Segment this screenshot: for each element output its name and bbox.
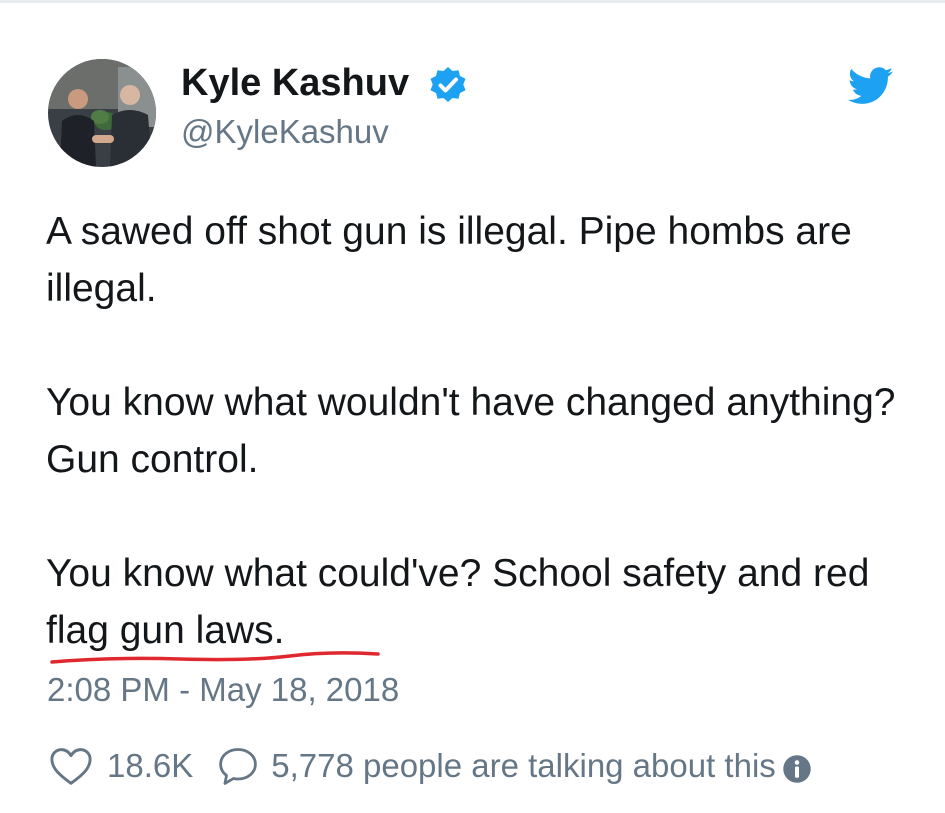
display-name[interactable]: Kyle Kashuv [181,59,409,107]
tweet-card: Kyle Kashuv @KyleKashuv A sawed off shot… [0,0,945,813]
user-handle[interactable]: @KyleKashuv [181,111,389,153]
timestamp[interactable]: 2:08 PM - May 18, 2018 [47,669,399,711]
speech-bubble-icon [217,746,259,786]
tweet-paragraph-3: You know what could've? School safety an… [46,552,870,652]
info-icon[interactable] [782,754,812,784]
twitter-bird-icon[interactable] [848,67,894,105]
tweet-paragraph-2: You know what wouldn't have changed anyt… [46,381,896,481]
like-button[interactable]: 18.6K [49,746,193,786]
heart-icon [49,746,93,786]
talking-count: 5,778 people are talking about this [271,747,776,784]
tweet-text: A sawed off shot gun is illegal. Pipe ho… [46,203,906,659]
tweet-paragraph-1: A sawed off shot gun is illegal. Pipe ho… [46,210,852,310]
action-bar: 18.6K 5,778 people are talking about thi… [49,741,812,791]
like-count: 18.6K [107,747,194,784]
reply-button[interactable]: 5,778 people are talking about this [217,746,776,786]
verified-badge-icon [430,67,466,102]
red-underline-annotation [50,651,380,664]
profile-photo-icon [48,59,156,167]
avatar[interactable] [48,59,156,167]
